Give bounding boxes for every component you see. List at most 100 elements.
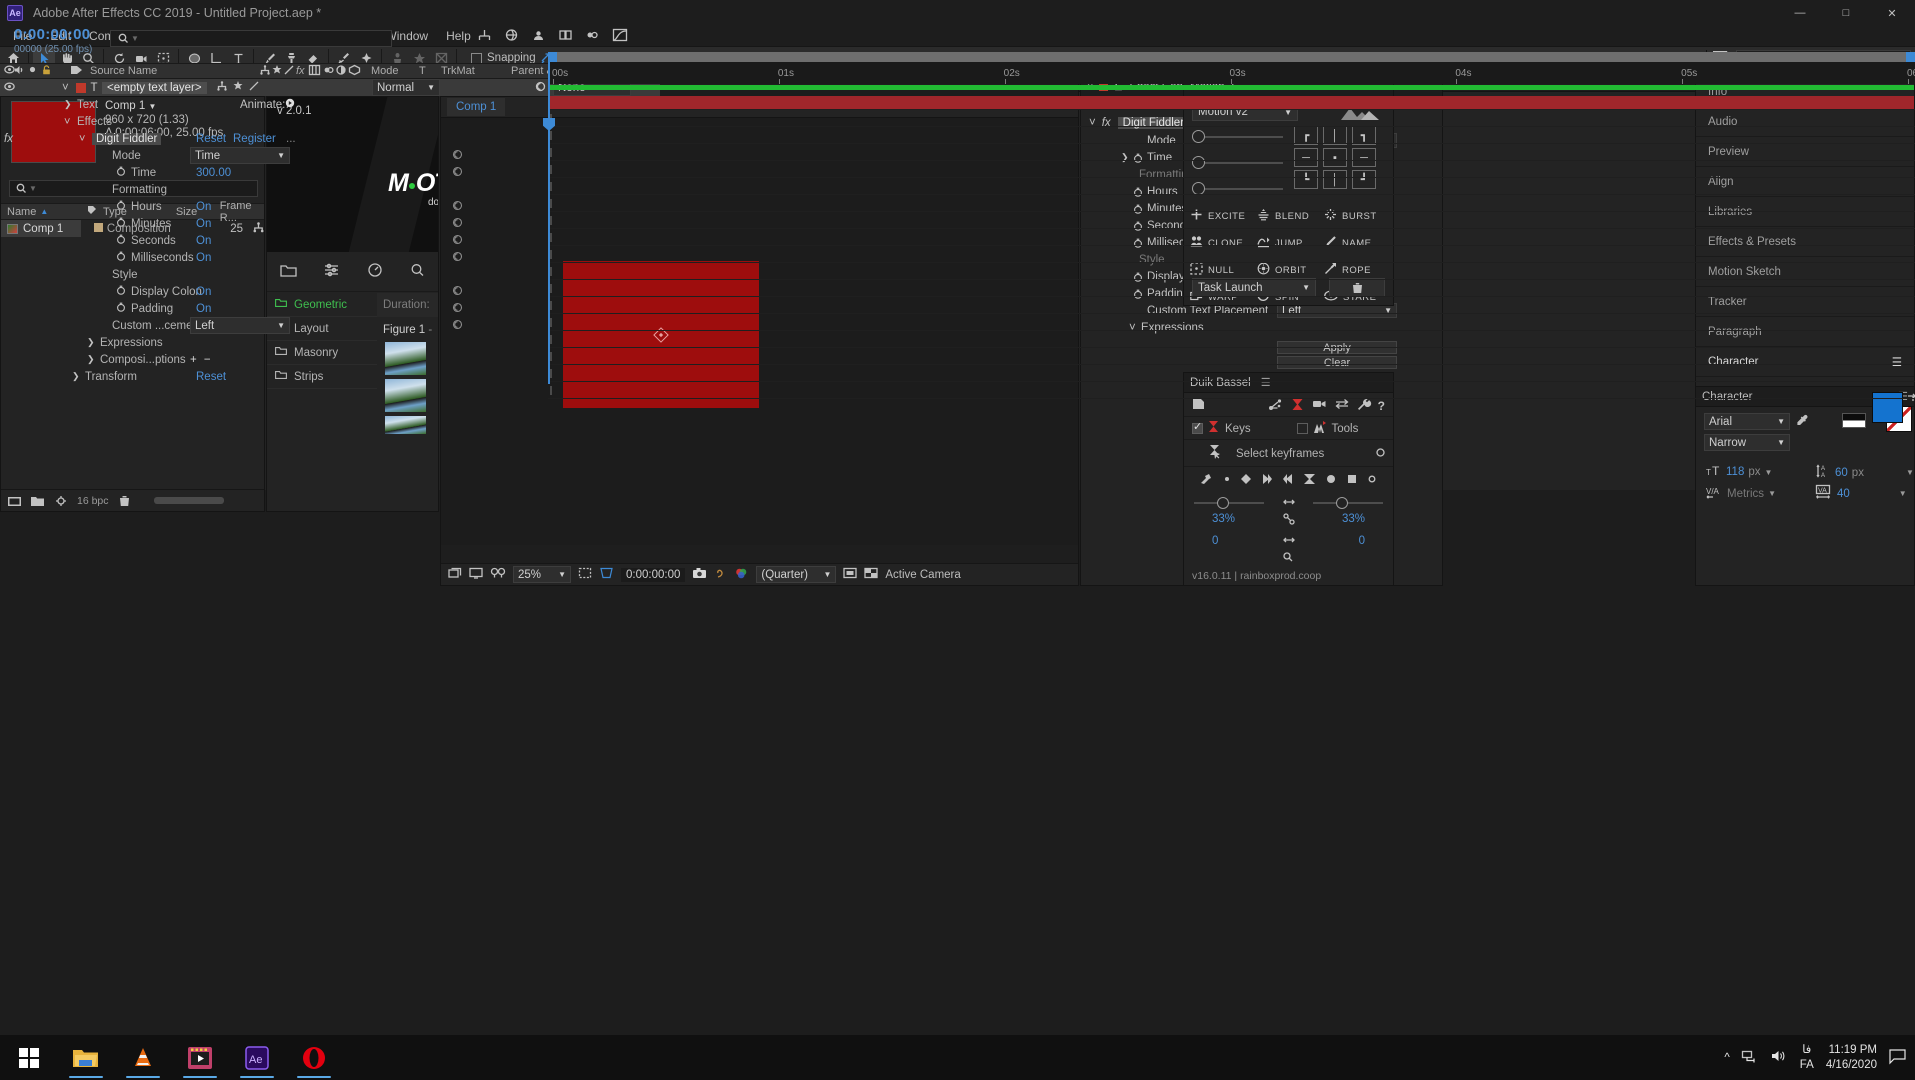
file-explorer-icon[interactable] xyxy=(57,1035,114,1080)
stopwatch-icon[interactable] xyxy=(116,234,126,247)
font-size-value[interactable]: 118 xyxy=(1726,466,1744,478)
keyframe-diamond-icon[interactable] xyxy=(1240,473,1252,488)
3d-view-icon[interactable] xyxy=(490,567,506,582)
expand-arrow-icon[interactable]: ❯ xyxy=(72,371,80,382)
windows-start-icon[interactable] xyxy=(0,1035,57,1080)
expand-arrow-icon[interactable]: ❯ xyxy=(64,99,72,110)
snapping-checkbox[interactable] xyxy=(471,52,482,64)
layer-name[interactable]: <empty text layer> xyxy=(102,81,207,94)
stopwatch-icon[interactable] xyxy=(116,251,126,264)
stopwatch-icon[interactable] xyxy=(116,200,126,213)
tracking-value[interactable]: 40 xyxy=(1837,488,1850,500)
keyframe-square-icon[interactable] xyxy=(1346,473,1358,488)
show-hidden-icons-icon[interactable]: ^ xyxy=(1724,1052,1729,1064)
effect-more-link[interactable]: ... xyxy=(286,133,296,145)
switch-motionblur-icon[interactable] xyxy=(323,65,336,78)
comp-view-layout-icon[interactable] xyxy=(843,567,858,582)
channel-icon[interactable] xyxy=(734,567,749,582)
timeline-current-time[interactable]: 0:00:00:00 00000 (25.00 fps) xyxy=(14,26,92,55)
work-area-start-handle[interactable] xyxy=(548,52,557,62)
duik-slider-right[interactable] xyxy=(1313,497,1383,509)
frame-blending-icon[interactable] xyxy=(559,29,572,44)
composition-mini-flowchart-icon[interactable] xyxy=(478,29,491,44)
preset-thumbnail[interactable] xyxy=(385,416,426,434)
action-center-icon[interactable] xyxy=(1889,1048,1907,1067)
trkmat-pick-icon[interactable] xyxy=(535,81,546,95)
language-indicator[interactable]: فا FA xyxy=(1800,1043,1814,1073)
solo-icon[interactable] xyxy=(28,65,42,77)
duik-tools-toggle[interactable]: Tools xyxy=(1289,420,1394,437)
swap-icon[interactable] xyxy=(1335,398,1349,413)
stopwatch-icon[interactable] xyxy=(116,166,126,179)
switch-line-icon[interactable] xyxy=(284,65,296,78)
timeline-prop-value[interactable]: On xyxy=(196,286,211,298)
snapshot-icon[interactable] xyxy=(692,567,707,582)
keyframe-pick-icon[interactable] xyxy=(1200,473,1214,488)
resolution-select[interactable]: (Quarter) ▼ xyxy=(756,566,837,583)
expression-toggle-icon[interactable] xyxy=(452,149,463,163)
composition-options-plus-minus[interactable]: + − xyxy=(190,354,213,366)
comp-flowchart-icon[interactable] xyxy=(469,567,483,582)
region-of-interest-icon[interactable] xyxy=(578,567,592,582)
motion-blur-icon[interactable] xyxy=(586,29,599,44)
duik-slider-left[interactable] xyxy=(1194,497,1264,509)
keyframe-circle-icon[interactable] xyxy=(1325,473,1337,488)
show-snapshot-icon[interactable] xyxy=(714,567,727,582)
label-icon[interactable] xyxy=(62,65,90,78)
switch-adjustment-icon[interactable] xyxy=(336,64,349,78)
timeline-prop-value[interactable]: On xyxy=(196,201,211,213)
wrench-icon[interactable] xyxy=(1357,398,1371,414)
timeline-prop-value[interactable]: On xyxy=(196,252,211,264)
fill-color-swatch[interactable] xyxy=(1872,392,1903,423)
help-icon[interactable]: ? xyxy=(1378,399,1385,413)
zoom-out-icon[interactable] xyxy=(1282,551,1295,565)
effect-register-link[interactable]: Register xyxy=(233,133,276,145)
duik-keys-toggle[interactable]: Keys xyxy=(1184,420,1289,437)
current-time-display[interactable]: 0:00:00:00 xyxy=(621,567,686,582)
timeline-graph-area[interactable] xyxy=(548,84,1915,399)
kerning-value[interactable]: Metrics xyxy=(1727,488,1764,500)
maximize-button[interactable]: □ xyxy=(1823,0,1869,26)
effect-reset-link[interactable]: Reset xyxy=(196,133,226,145)
chain-link-icon[interactable] xyxy=(1282,513,1295,528)
expression-toggle-icon[interactable] xyxy=(452,319,463,333)
font-family-select[interactable]: Arial ▼ xyxy=(1704,413,1790,430)
volume-icon[interactable] xyxy=(1771,1049,1788,1066)
stopwatch-icon[interactable] xyxy=(116,285,126,298)
switch-fx-icon[interactable]: fx xyxy=(296,65,309,77)
keyframes-icon[interactable] xyxy=(1291,398,1304,414)
parent-pick-icon[interactable] xyxy=(260,64,272,78)
clock[interactable]: 11:19 PM 4/16/2020 xyxy=(1826,1043,1877,1073)
zoom-select[interactable]: 25% ▼ xyxy=(513,566,571,583)
draft-3d-icon[interactable] xyxy=(505,29,518,44)
no-color-swatch[interactable] xyxy=(1842,413,1866,428)
column-trkmat[interactable]: TrkMat xyxy=(441,65,511,77)
current-timecode[interactable]: 0:00:00:00 xyxy=(14,26,92,43)
timeline-prop-value[interactable]: Reset xyxy=(196,371,226,383)
kerning-control[interactable]: V/A Metrics ▼ xyxy=(1706,485,1776,502)
keyframe-hollow-icon[interactable] xyxy=(1367,473,1377,488)
keyframe-easein-icon[interactable] xyxy=(1282,473,1294,488)
network-icon[interactable] xyxy=(1741,1049,1759,1066)
font-size-control[interactable]: TT 118 px ▼ xyxy=(1706,464,1772,480)
layer-mode-select[interactable]: Normal ▼ xyxy=(372,79,440,96)
timeline-mode-select[interactable]: Time ▼ xyxy=(190,147,290,164)
animate-menu-icon[interactable] xyxy=(285,98,295,111)
keyframe-easeout-icon[interactable] xyxy=(1261,473,1273,488)
expand-arrow-icon[interactable]: ❯ xyxy=(87,337,95,348)
expression-toggle-icon[interactable] xyxy=(452,217,463,231)
switch-3d-icon[interactable] xyxy=(348,64,363,78)
tools-checkbox[interactable] xyxy=(1296,423,1308,434)
opera-icon[interactable] xyxy=(285,1035,342,1080)
link-horizontal-icon[interactable] xyxy=(1282,496,1296,510)
column-t[interactable]: T xyxy=(419,65,441,77)
camera-icon[interactable] xyxy=(1312,398,1327,413)
vlc-icon[interactable] xyxy=(114,1035,171,1080)
toggle-transparency-icon[interactable] xyxy=(864,567,879,582)
expression-toggle-icon[interactable] xyxy=(452,166,463,180)
timeline-search-input[interactable]: ▼ xyxy=(110,30,392,47)
keyframe-easeboth-icon[interactable] xyxy=(1303,473,1316,488)
column-source-name[interactable]: Source Name xyxy=(90,65,260,77)
expand-arrow-icon[interactable]: ❯ xyxy=(87,354,95,365)
timeline-prop-value[interactable]: On xyxy=(196,303,211,315)
